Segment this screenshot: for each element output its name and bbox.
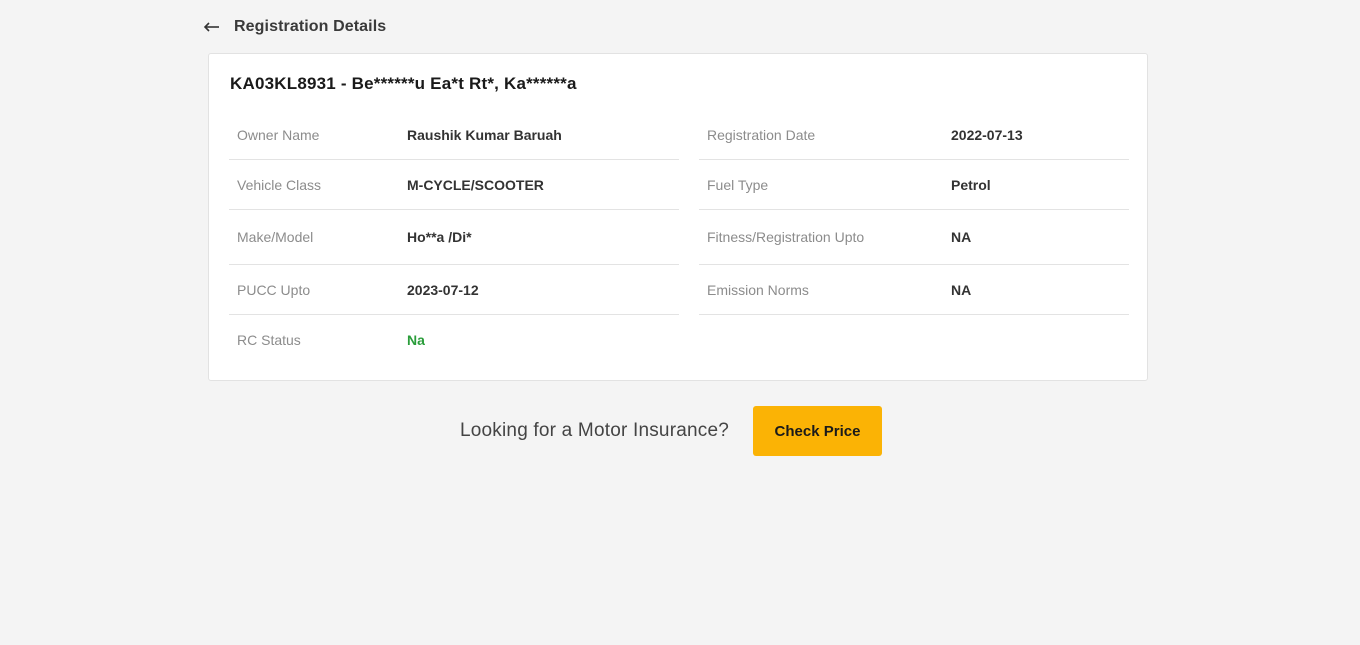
detail-label: Owner Name: [237, 126, 320, 143]
detail-value: 2023-07-12: [407, 281, 479, 298]
details-left-column: Owner Name Raushik Kumar Baruah Vehicle …: [229, 110, 679, 365]
detail-row-rc-status: RC Status Na: [229, 315, 679, 365]
vehicle-title: KA03KL8931 - Be******u Ea*t Rt*, Ka*****…: [230, 74, 577, 93]
detail-value: NA: [951, 281, 972, 298]
arrow-left-icon[interactable]: [203, 18, 221, 36]
detail-row-owner-name: Owner Name Raushik Kumar Baruah: [229, 110, 679, 160]
page: Registration Details KA03KL8931 - Be****…: [0, 0, 1360, 645]
detail-row-make-model: Make/Model Ho**a /Di*: [229, 210, 679, 265]
detail-label: Emission Norms: [707, 281, 809, 298]
cta-text: Looking for a Motor Insurance?: [460, 420, 729, 441]
insurance-cta: Looking for a Motor Insurance? Check Pri…: [460, 406, 882, 456]
detail-label: Fitness/Registration Upto: [707, 229, 865, 245]
detail-value: Ho**a /Di*: [407, 229, 472, 245]
detail-label: RC Status: [237, 332, 301, 348]
page-header: Registration Details: [203, 14, 386, 40]
detail-row-fitness-upto: Fitness/Registration Upto NA: [699, 210, 1129, 265]
details-right-column: Registration Date 2022-07-13 Fuel Type P…: [699, 110, 1129, 315]
detail-row-vehicle-class: Vehicle Class M-CYCLE/SCOOTER: [229, 160, 679, 210]
detail-value: NA: [951, 229, 972, 245]
registration-card: KA03KL8931 - Be******u Ea*t Rt*, Ka*****…: [208, 53, 1148, 381]
detail-label: Fuel Type: [707, 176, 769, 193]
detail-label: Make/Model: [237, 229, 314, 245]
detail-value: 2022-07-13: [951, 126, 1023, 143]
detail-row-fuel-type: Fuel Type Petrol: [699, 160, 1129, 210]
detail-label: PUCC Upto: [237, 281, 311, 298]
check-price-button[interactable]: Check Price: [753, 406, 882, 456]
detail-row-emission-norms: Emission Norms NA: [699, 265, 1129, 315]
detail-row-registration-date: Registration Date 2022-07-13: [699, 110, 1129, 160]
detail-label: Registration Date: [707, 126, 816, 143]
detail-value: Raushik Kumar Baruah: [407, 126, 562, 143]
detail-label: Vehicle Class: [237, 176, 322, 193]
detail-row-pucc-upto: PUCC Upto 2023-07-12: [229, 265, 679, 315]
detail-value: Petrol: [951, 176, 991, 193]
page-title: Registration Details: [234, 18, 387, 35]
detail-value: M-CYCLE/SCOOTER: [407, 176, 544, 193]
rc-status-value: Na: [407, 332, 425, 348]
